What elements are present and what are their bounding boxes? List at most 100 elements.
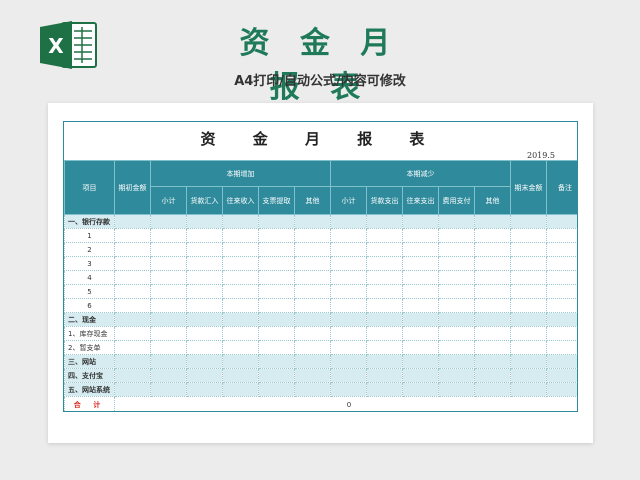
table-cell[interactable] (402, 326, 440, 341)
table-cell[interactable] (114, 214, 151, 229)
table-cell[interactable] (114, 312, 151, 327)
table-cell[interactable] (258, 326, 295, 341)
table-cell[interactable] (258, 368, 295, 383)
table-cell[interactable] (114, 382, 151, 397)
table-cell[interactable] (546, 284, 577, 299)
table-cell[interactable] (438, 284, 476, 299)
table-cell[interactable] (258, 242, 295, 257)
row-label[interactable]: 1、库存现金 (64, 326, 115, 341)
table-cell[interactable] (438, 298, 476, 313)
table-cell[interactable] (330, 214, 368, 229)
table-cell[interactable] (546, 312, 577, 327)
table-cell[interactable] (222, 242, 259, 257)
table-cell[interactable] (438, 340, 476, 355)
row-label[interactable]: 4 (64, 270, 115, 285)
table-cell[interactable] (114, 340, 151, 355)
table-cell[interactable] (546, 382, 577, 397)
table-cell[interactable] (293, 214, 332, 229)
table-cell[interactable] (293, 256, 332, 271)
table-cell[interactable] (366, 368, 404, 383)
table-cell[interactable] (222, 298, 259, 313)
table-cell[interactable] (366, 256, 404, 271)
table-cell[interactable] (474, 326, 512, 341)
table-cell[interactable] (330, 298, 368, 313)
table-cell[interactable] (186, 354, 223, 369)
table-cell[interactable] (258, 382, 295, 397)
row-label[interactable]: 二、现金 (64, 312, 115, 327)
table-cell[interactable] (258, 340, 295, 355)
table-cell[interactable] (186, 256, 223, 271)
table-cell[interactable] (114, 326, 151, 341)
table-cell[interactable] (438, 242, 476, 257)
table-cell[interactable] (546, 270, 577, 285)
table-cell[interactable] (510, 340, 548, 355)
table-cell[interactable] (330, 284, 368, 299)
table-cell[interactable] (222, 354, 259, 369)
table-cell[interactable] (186, 242, 223, 257)
table-cell[interactable] (222, 368, 259, 383)
table-cell[interactable] (186, 326, 223, 341)
table-cell[interactable] (510, 382, 548, 397)
table-cell[interactable] (150, 354, 187, 369)
table-cell[interactable] (438, 270, 476, 285)
table-cell[interactable] (510, 326, 548, 341)
table-cell[interactable] (114, 284, 151, 299)
table-cell[interactable] (293, 382, 332, 397)
table-cell[interactable] (402, 256, 440, 271)
table-cell[interactable] (510, 242, 548, 257)
table-cell[interactable] (114, 270, 151, 285)
table-cell[interactable] (150, 340, 187, 355)
row-label[interactable]: 2 (64, 242, 115, 257)
table-cell[interactable] (330, 354, 368, 369)
table-cell[interactable] (150, 214, 187, 229)
table-cell[interactable] (402, 242, 440, 257)
table-cell[interactable] (366, 354, 404, 369)
table-cell[interactable] (150, 270, 187, 285)
table-cell[interactable] (114, 242, 151, 257)
table-cell[interactable] (438, 228, 476, 243)
table-cell[interactable] (366, 340, 404, 355)
table-cell[interactable] (222, 382, 259, 397)
row-label[interactable]: 1 (64, 228, 115, 243)
table-cell[interactable] (474, 312, 512, 327)
table-cell[interactable] (510, 270, 548, 285)
table-cell[interactable] (366, 242, 404, 257)
table-cell[interactable] (330, 256, 368, 271)
table-cell[interactable] (474, 242, 512, 257)
table-cell[interactable] (330, 228, 368, 243)
table-cell[interactable] (510, 354, 548, 369)
table-cell[interactable] (293, 340, 332, 355)
table-cell[interactable] (402, 312, 440, 327)
table-cell[interactable] (222, 284, 259, 299)
table-cell[interactable] (150, 256, 187, 271)
table-cell[interactable] (366, 298, 404, 313)
table-cell[interactable] (402, 368, 440, 383)
table-cell[interactable] (222, 228, 259, 243)
table-cell[interactable] (114, 256, 151, 271)
table-cell[interactable] (546, 340, 577, 355)
table-cell[interactable] (186, 270, 223, 285)
table-cell[interactable] (510, 368, 548, 383)
table-cell[interactable] (510, 214, 548, 229)
table-cell[interactable] (438, 256, 476, 271)
table-cell[interactable] (258, 228, 295, 243)
table-cell[interactable] (510, 312, 548, 327)
table-cell[interactable] (510, 228, 548, 243)
table-cell[interactable] (438, 326, 476, 341)
table-cell[interactable] (510, 298, 548, 313)
table-cell[interactable] (402, 284, 440, 299)
table-cell[interactable] (293, 228, 332, 243)
table-cell[interactable] (366, 214, 404, 229)
table-cell[interactable] (330, 312, 368, 327)
table-cell[interactable] (366, 284, 404, 299)
table-cell[interactable] (258, 298, 295, 313)
table-cell[interactable] (150, 298, 187, 313)
table-cell[interactable] (438, 312, 476, 327)
table-cell[interactable] (258, 354, 295, 369)
table-cell[interactable] (366, 382, 404, 397)
table-cell[interactable] (186, 368, 223, 383)
table-cell[interactable] (438, 382, 476, 397)
table-cell[interactable] (222, 340, 259, 355)
table-cell[interactable] (438, 368, 476, 383)
table-cell[interactable] (330, 368, 368, 383)
